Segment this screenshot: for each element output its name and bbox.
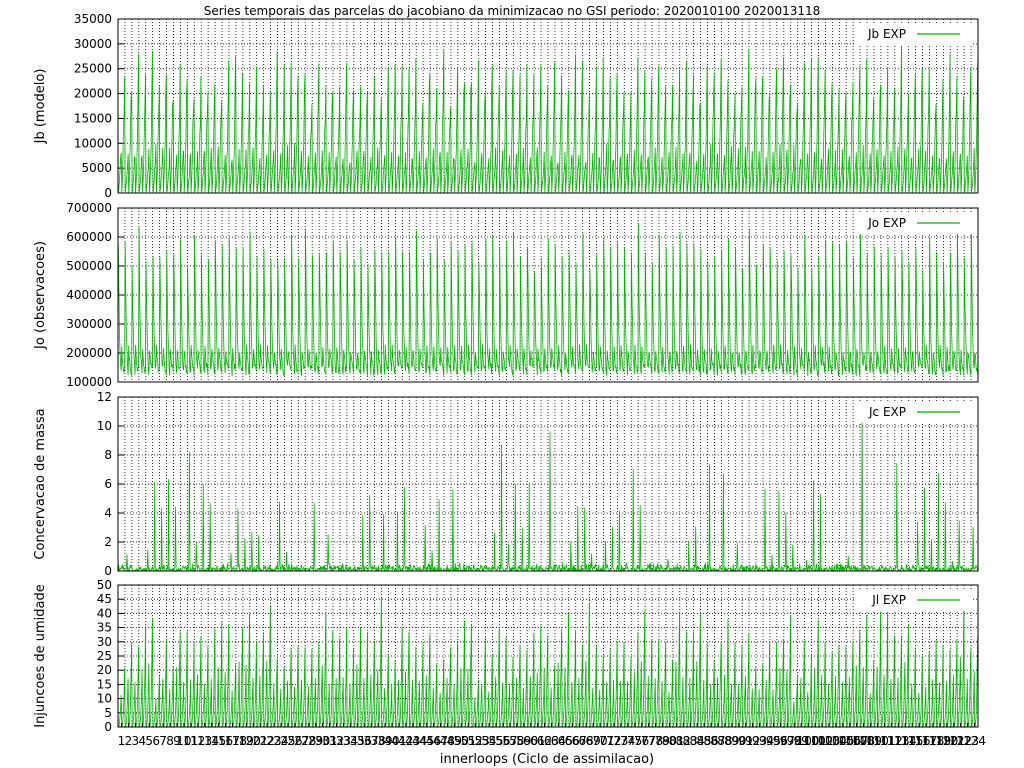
y-tick-label: 25 <box>97 649 112 663</box>
y-tick-label: 700000 <box>66 201 112 215</box>
chart-figure: Series temporais das parcelas do jacobia… <box>0 0 1024 768</box>
y-tick-label: 300000 <box>66 317 112 331</box>
y-tick-label: 8 <box>104 448 112 462</box>
y-tick-label: 0 <box>104 564 112 578</box>
legend: Jc EXP <box>855 401 973 423</box>
y-tick-label: 45 <box>97 592 112 606</box>
y-axis-label: Concervacao de massa <box>33 408 48 559</box>
y-tick-label: 50 <box>97 578 112 592</box>
y-tick-label: 35000 <box>74 12 112 26</box>
y-tick-label: 600000 <box>66 230 112 244</box>
legend-label: Jo EXP <box>867 216 906 230</box>
y-tick-label: 12 <box>97 390 112 404</box>
x-tick-label: 124 <box>963 734 986 748</box>
y-tick-label: 20000 <box>74 87 112 101</box>
legend: Jo EXP <box>855 212 973 234</box>
y-tick-label: 2 <box>104 535 112 549</box>
y-tick-label: 10 <box>97 692 112 706</box>
y-tick-label: 4 <box>104 506 112 520</box>
y-tick-label: 5 <box>104 706 112 720</box>
y-tick-label: 30000 <box>74 37 112 51</box>
y-tick-label: 100000 <box>66 375 112 389</box>
legend-label: Jc EXP <box>868 405 906 419</box>
y-tick-label: 5000 <box>81 161 112 175</box>
y-tick-label: 30 <box>97 635 112 649</box>
y-tick-label: 0 <box>104 186 112 200</box>
y-tick-label: 20 <box>97 663 112 677</box>
legend-label: Jl EXP <box>871 593 906 607</box>
y-tick-label: 40 <box>97 606 112 620</box>
y-tick-label: 0 <box>104 720 112 734</box>
y-tick-label: 25000 <box>74 62 112 76</box>
y-tick-label: 10000 <box>74 136 112 150</box>
y-tick-label: 10 <box>97 419 112 433</box>
legend: Jl EXP <box>855 589 973 611</box>
y-tick-label: 400000 <box>66 288 112 302</box>
y-axis-label: Injuncoes de umidade <box>33 584 48 728</box>
legend-label: Jb EXP <box>867 27 906 41</box>
y-tick-label: 500000 <box>66 259 112 273</box>
y-tick-label: 6 <box>104 477 112 491</box>
y-tick-label: 200000 <box>66 346 112 360</box>
x-axis-label: innerloops (Ciclo de assimilacao) <box>440 752 654 767</box>
y-tick-label: 15000 <box>74 111 112 125</box>
legend: Jb EXP <box>855 23 973 45</box>
y-axis-label: Jb (modelo) <box>33 69 48 145</box>
y-tick-label: 15 <box>97 677 112 691</box>
y-axis-label: Jo (observacoes) <box>33 241 48 350</box>
figure-title: Series temporais das parcelas do jacobia… <box>204 4 821 18</box>
y-tick-label: 35 <box>97 621 112 635</box>
